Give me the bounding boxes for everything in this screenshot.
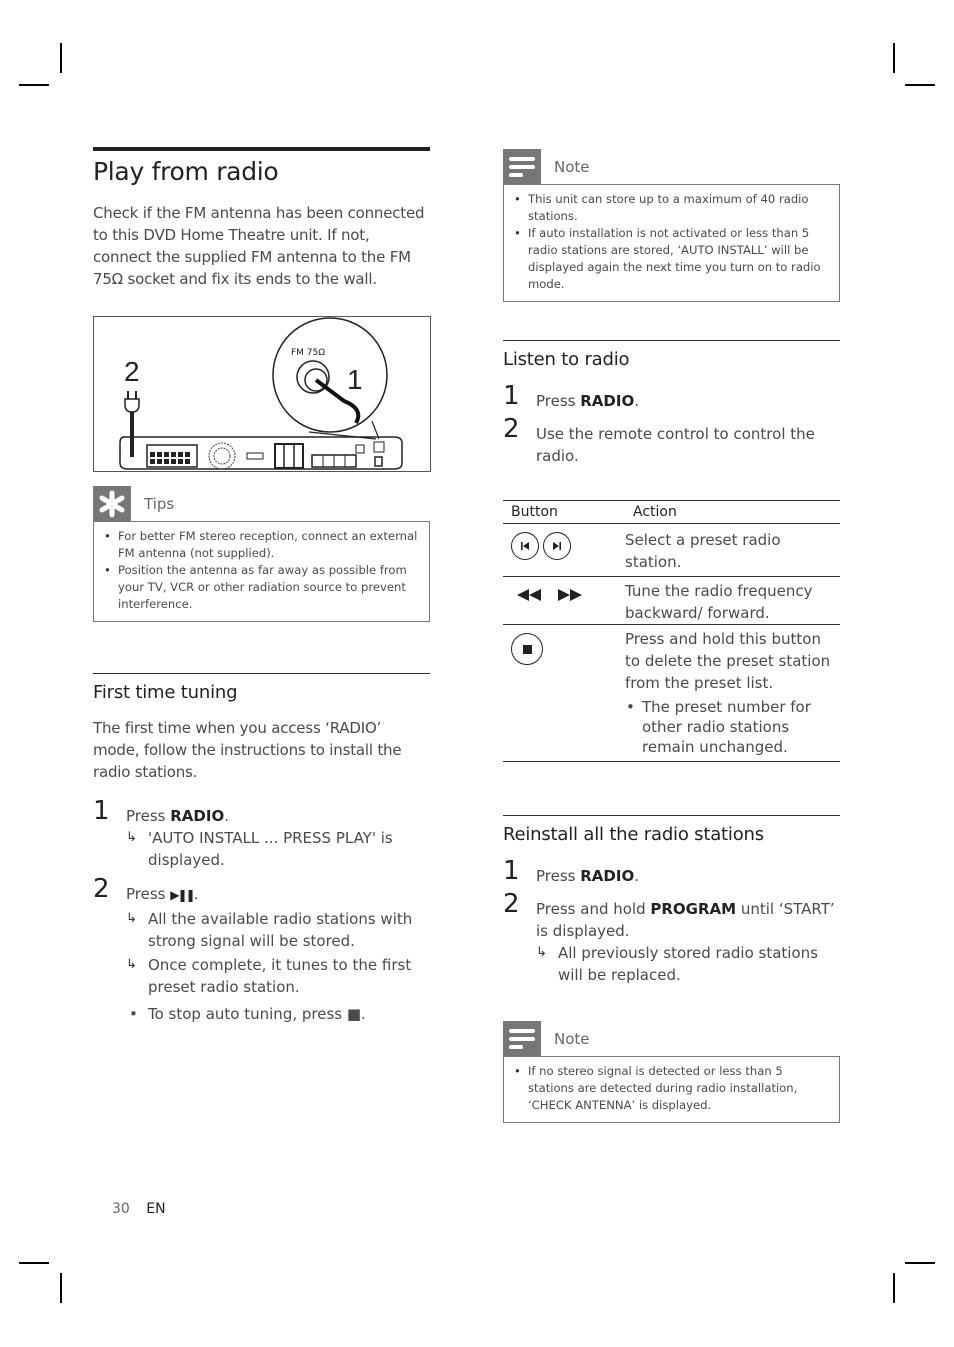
note-item: If no stereo signal is detected or less … <box>514 1063 829 1114</box>
note-item: This unit can store up to a maximum of 4… <box>514 191 829 225</box>
table-row: Press and hold this button to delete the… <box>503 624 840 762</box>
crop-mark <box>905 1262 935 1264</box>
av-ports <box>274 443 304 469</box>
note-callout-1: Note This unit can store up to a maximum… <box>503 149 840 302</box>
bullet-item: • To stop auto tuning, press ■. <box>129 1005 366 1023</box>
fm-socket <box>373 441 385 453</box>
step-1: 1 Press RADIO. <box>503 381 639 411</box>
column-header-button: Button <box>503 500 625 524</box>
action-cell: Select a preset radio station. <box>625 523 840 577</box>
crop-mark <box>905 84 935 86</box>
result-item: ↳ All previously stored radio stations wi… <box>536 944 818 984</box>
radio-key: RADIO <box>580 392 635 410</box>
asterisk-icon <box>93 486 131 521</box>
button-action-table: Button Action Select a preset radio stat… <box>503 500 840 762</box>
result-item: ↳ Once complete, it tunes to the first pr… <box>126 956 412 996</box>
result-arrow-icon: ↳ <box>536 945 547 960</box>
step-number: 1 <box>503 381 520 411</box>
first-time-intro: The first time when you access ‘RADIO’ m… <box>93 719 402 781</box>
result-arrow-icon: ↳ <box>126 911 137 926</box>
step-2: 2 Press ▶❚❚. ↳ All the available radio st… <box>93 876 430 1025</box>
previous-icon <box>511 532 539 560</box>
magnifier-circle <box>272 317 388 433</box>
note-label: Note <box>554 1029 590 1048</box>
fm-socket-label: FM 75Ω <box>291 348 325 358</box>
callout-number-1: 1 <box>347 364 363 395</box>
step-number: 2 <box>503 414 520 444</box>
antenna-connection-figure: 2 FM 75Ω 1 <box>93 316 431 472</box>
step-2: 2 Press and hold PROGRAM until ‘START’ i… <box>503 891 840 986</box>
title-rule <box>93 147 430 151</box>
intro-text: Check if the FM antenna has been connect… <box>93 204 425 288</box>
page-footer: 30 EN <box>112 1201 166 1217</box>
page-number: 30 <box>112 1201 130 1217</box>
step-number: 2 <box>93 874 110 904</box>
bullet-item: • The preset number for other radio stati… <box>626 698 811 756</box>
note-callout-2: Note If no stereo signal is detected or … <box>503 1021 840 1123</box>
note-icon <box>503 1021 541 1056</box>
column-header-action: Action <box>625 500 840 524</box>
tips-box: For better FM stereo reception, connect … <box>93 521 430 622</box>
page-title: Play from radio <box>93 157 279 186</box>
fan-grill <box>208 442 236 470</box>
step-1: 1 Press RADIO. ↳ 'AUTO INSTALL ... PRESS … <box>93 798 430 871</box>
program-key: PROGRAM <box>650 900 737 918</box>
table-row: Select a preset radio station. <box>503 523 840 577</box>
stop-icon <box>511 633 543 665</box>
crop-mark <box>19 84 49 86</box>
radio-key: RADIO <box>580 867 635 885</box>
power-switch <box>374 456 383 467</box>
rewind-icon <box>515 587 543 605</box>
next-icon <box>543 532 571 560</box>
crop-mark <box>19 1262 49 1264</box>
crop-mark <box>893 1273 895 1303</box>
crop-mark <box>893 43 895 73</box>
language-code: EN <box>146 1201 166 1217</box>
note-box: This unit can store up to a maximum of 4… <box>503 184 840 302</box>
scart-port <box>246 452 264 460</box>
listen-section: Listen to radio 1 Press RADIO. 2 Use the… <box>503 340 840 467</box>
first-time-tuning-section: First time tuning The first time when yo… <box>93 673 430 1025</box>
callout-number-2: 2 <box>124 356 140 387</box>
step-number: 2 <box>503 889 520 919</box>
result-arrow-icon: ↳ <box>126 830 137 845</box>
reinstall-section: Reinstall all the radio stations 1 Press… <box>503 815 840 986</box>
crop-mark <box>60 43 62 73</box>
result-item: ↳ All the available radio stations with s… <box>126 910 413 950</box>
result-item: ↳ 'AUTO INSTALL ... PRESS PLAY' is displa… <box>126 829 393 869</box>
tips-item: Position the antenna as far away as poss… <box>104 562 419 613</box>
result-arrow-icon: ↳ <box>126 957 137 972</box>
action-cell: Tune the radio frequency backward/ forwa… <box>625 576 840 625</box>
antenna-diagram: 2 FM 75Ω 1 <box>119 317 403 470</box>
note-box: If no stereo signal is detected or less … <box>503 1056 840 1123</box>
step-number: 1 <box>93 796 110 826</box>
small-port <box>355 444 365 454</box>
play-pause-key: ▶❚❚ <box>170 888 195 902</box>
note-item: If auto installation is not activated or… <box>514 225 829 293</box>
reinstall-heading: Reinstall all the radio stations <box>503 815 840 845</box>
first-time-tuning-heading: First time tuning <box>93 673 430 703</box>
radio-key: RADIO <box>170 807 225 825</box>
action-cell: Press and hold this button to delete the… <box>625 630 831 692</box>
step-1: 1 Press RADIO. <box>503 856 639 886</box>
plug-icon <box>124 398 140 413</box>
title-section: Play from radio Check if the FM antenna … <box>93 147 430 290</box>
step-2: 2 Use the remote control to control the … <box>503 414 815 465</box>
note-icon <box>503 149 541 184</box>
step-number: 1 <box>503 856 520 886</box>
terminal-dots <box>150 452 190 464</box>
tips-callout: Tips For better FM stereo reception, con… <box>93 486 430 622</box>
note-label: Note <box>554 157 590 176</box>
tips-label: Tips <box>144 494 175 513</box>
fast-forward-icon <box>556 587 584 605</box>
tips-item: For better FM stereo reception, connect … <box>104 528 419 562</box>
listen-heading: Listen to radio <box>503 340 840 370</box>
table-row: Tune the radio frequency backward/ forwa… <box>503 576 840 625</box>
crop-mark <box>60 1273 62 1303</box>
